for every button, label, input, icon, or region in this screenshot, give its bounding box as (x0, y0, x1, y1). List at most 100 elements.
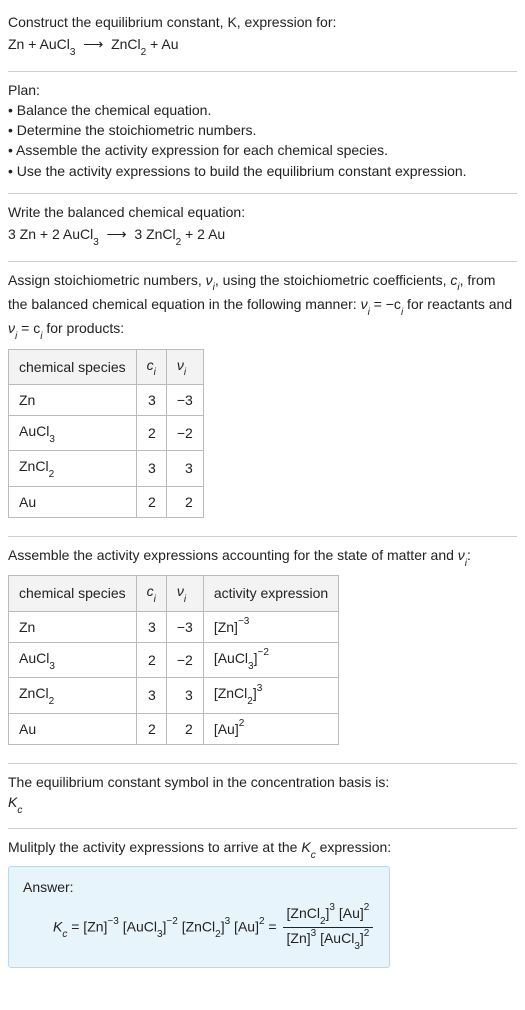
t: ZnCl (19, 685, 49, 701)
th-species: chemical species (9, 576, 137, 611)
cell-vi: 2 (166, 486, 203, 517)
fraction: [ZnCl2]3 [Au]2[Zn]3 [AuCl3]2 (283, 903, 374, 953)
table-row: AuCl3 2 −2 [AuCl3]−2 (9, 642, 339, 677)
cell-ci: 2 (136, 416, 166, 451)
divider (8, 261, 517, 262)
cell-activity: [ZnCl2]3 (203, 678, 338, 713)
multiply-line: Mulitply the activity expressions to arr… (8, 837, 517, 861)
t: expression: (316, 839, 391, 855)
sub-2: 2 (176, 237, 182, 248)
exp: −2 (166, 916, 177, 927)
basis-symbol: Kc (8, 792, 517, 816)
t: [Zn] (214, 619, 238, 635)
exp: 2 (364, 928, 370, 939)
cell-vi: −2 (166, 642, 203, 677)
cell-ci: 2 (136, 642, 166, 677)
t: Assemble the activity expressions accoun… (8, 547, 458, 563)
sub: 3 (157, 929, 163, 940)
t: AuCl (19, 650, 49, 666)
t: Mulitply the activity expressions to arr… (8, 839, 301, 855)
cell-ci: 3 (136, 384, 166, 415)
table-row: AuCl3 2 −2 (9, 416, 204, 451)
t: = −c (370, 296, 401, 312)
denominator: [Zn]3 [AuCl3]2 (283, 928, 374, 952)
cell-activity: [AuCl3]−2 (203, 642, 338, 677)
plan-section: Plan: • Balance the chemical equation. •… (8, 76, 517, 189)
balanced-heading: Write the balanced chemical equation: (8, 202, 517, 222)
activity-heading: Assemble the activity expressions accoun… (8, 545, 517, 569)
eq-rhs: ZnCl (111, 36, 141, 52)
sub-i: i (15, 331, 17, 342)
t: c (147, 583, 154, 599)
t: K (53, 919, 62, 935)
sub: 3 (49, 434, 55, 445)
stoich-heading: Assign stoichiometric numbers, νi, using… (8, 270, 517, 343)
cell-vi: 3 (166, 678, 203, 713)
bal-mid: 3 ZnCl (134, 226, 175, 242)
t: ] (254, 650, 258, 666)
multiply-section: Mulitply the activity expressions to arr… (8, 833, 517, 975)
sub: c (17, 805, 22, 816)
stoich-table: chemical species ci νi Zn 3 −3 AuCl3 2 −… (8, 349, 204, 518)
exp: 3 (311, 928, 317, 939)
cell-vi: −3 (166, 384, 203, 415)
plan-heading: Plan: (8, 80, 517, 100)
activity-section: Assemble the activity expressions accoun… (8, 541, 517, 759)
answer-box: Answer: Kc = [Zn]−3 [AuCl3]−2 [ZnCl2]3 [… (8, 866, 390, 968)
sub-i: i (154, 594, 156, 605)
sub-i: i (368, 307, 370, 318)
t: ZnCl (19, 458, 49, 474)
t: [Au] (335, 905, 364, 921)
th-vi: νi (166, 349, 203, 384)
sub-i: i (457, 282, 459, 293)
table-header-row: chemical species ci νi activity expressi… (9, 576, 339, 611)
exp: 3 (257, 683, 263, 694)
t: [ZnCl (214, 685, 247, 701)
table-row: ZnCl2 3 3 (9, 451, 204, 486)
table-row: Zn 3 −3 [Zn]−3 (9, 611, 339, 642)
sub: 3 (49, 661, 55, 672)
exp: 2 (239, 718, 245, 729)
t: c (147, 357, 154, 373)
table-row: Au 2 2 [Au]2 (9, 713, 339, 744)
table-row: ZnCl2 3 3 [ZnCl2]3 (9, 678, 339, 713)
divider (8, 828, 517, 829)
cell-ci: 2 (136, 486, 166, 517)
t: AuCl (19, 423, 49, 439)
table-row: Au 2 2 (9, 486, 204, 517)
answer-equation: Kc = [Zn]−3 [AuCl3]−2 [ZnCl2]3 [Au]2 = [… (23, 903, 375, 953)
intro-line: Construct the equilibrium constant, K, e… (8, 12, 517, 32)
cell-species: ZnCl2 (9, 678, 137, 713)
cell-vi: 3 (166, 451, 203, 486)
sub-i: i (184, 594, 186, 605)
exp: 3 (225, 916, 231, 927)
sub-3: 3 (70, 47, 76, 58)
basis-line: The equilibrium constant symbol in the c… (8, 772, 517, 792)
t: , using the stoichiometric coefficients, (215, 272, 451, 288)
cell-activity: [Au]2 (203, 713, 338, 744)
cell-vi: −2 (166, 416, 203, 451)
th-species: chemical species (9, 349, 137, 384)
t: = [Zn] (67, 919, 107, 935)
t: ν (177, 357, 184, 373)
sub-2: 2 (141, 47, 147, 58)
plan-bullet: • Determine the stoichiometric numbers. (8, 120, 517, 140)
t: [Zn] (287, 930, 311, 946)
t: = c (17, 320, 40, 336)
t: : (467, 547, 471, 563)
sub: 2 (49, 469, 55, 480)
t: for products: (42, 320, 124, 336)
sub: c (62, 929, 67, 940)
exp: 2 (259, 916, 265, 927)
cell-activity: [Zn]−3 (203, 611, 338, 642)
sub-i: i (213, 282, 215, 293)
nu: ν (8, 320, 15, 336)
stoich-section: Assign stoichiometric numbers, νi, using… (8, 266, 517, 532)
sub-i: i (465, 558, 467, 569)
t: [Au] (230, 919, 259, 935)
intro-text: Construct the equilibrium constant, K, e… (8, 14, 336, 30)
table-row: Zn 3 −3 (9, 384, 204, 415)
sub: 3 (354, 941, 360, 952)
sub: 2 (49, 696, 55, 707)
basis-section: The equilibrium constant symbol in the c… (8, 768, 517, 825)
